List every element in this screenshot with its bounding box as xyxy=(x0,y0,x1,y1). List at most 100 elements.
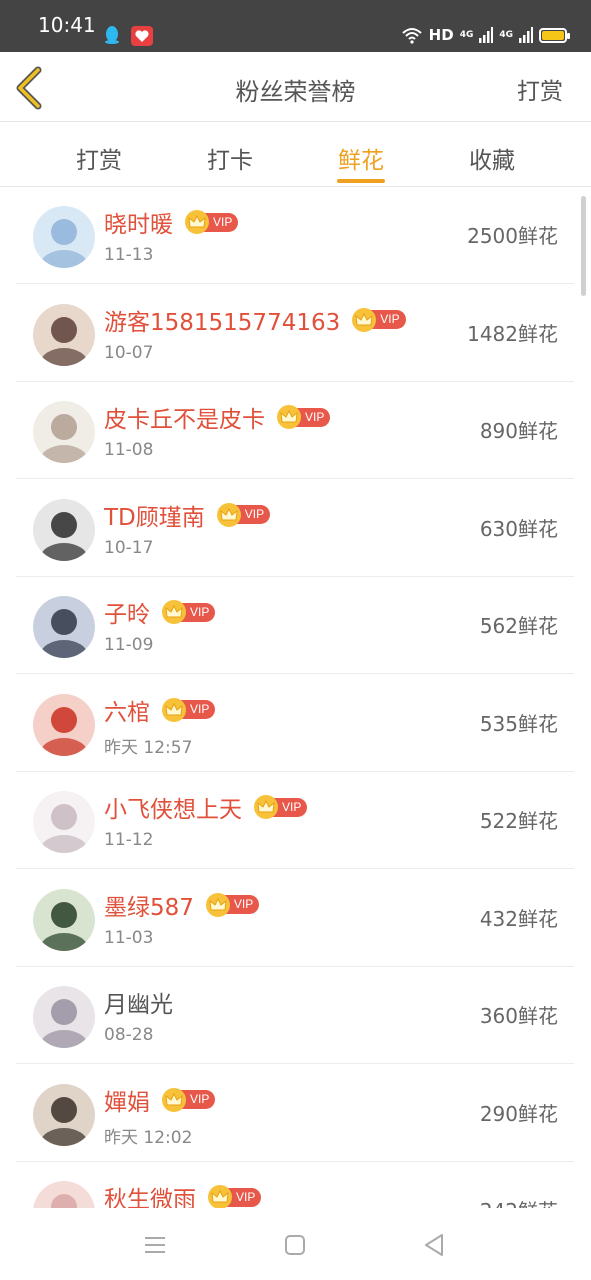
list-item[interactable]: 游客1581515774163 VIP 10-07 1482鲜花 xyxy=(16,285,574,382)
username-line: 晓时暖 VIP xyxy=(104,205,239,239)
tab-flowers[interactable]: 鲜花 xyxy=(316,141,406,175)
avatar[interactable] xyxy=(33,498,95,561)
username-line: TD顾瑾南 VIP xyxy=(104,498,271,532)
username-line: 小飞侠想上天 VIP xyxy=(104,790,308,824)
battery-icon xyxy=(539,27,570,43)
username[interactable]: 皮卡丘不是皮卡 xyxy=(104,400,265,434)
avatar-image xyxy=(33,1181,95,1208)
flower-amount: 432鲜花 xyxy=(479,906,558,931)
avatar-image xyxy=(33,888,95,951)
crown-icon xyxy=(254,795,278,819)
avatar[interactable] xyxy=(33,1181,95,1208)
avatar[interactable] xyxy=(33,206,95,268)
username[interactable]: 嬋娟 xyxy=(104,1083,150,1117)
avatar-image xyxy=(33,791,95,853)
home-button[interactable] xyxy=(280,1230,310,1260)
vip-badge: VIP xyxy=(208,1185,262,1208)
username-line: 月幽光 xyxy=(104,985,173,1019)
avatar[interactable] xyxy=(33,303,95,366)
vip-badge: VIP xyxy=(352,307,406,332)
signal-bars-icon xyxy=(519,27,533,43)
flower-amount: 562鲜花 xyxy=(479,614,558,638)
flower-amount: 2500鲜花 xyxy=(467,224,558,248)
list-item[interactable]: 皮卡丘不是皮卡 VIP 11-08 890鲜花 xyxy=(16,382,574,479)
flower-amount: 290鲜花 xyxy=(479,1101,558,1126)
scrollbar[interactable] xyxy=(581,196,586,296)
list-item[interactable]: TD顾瑾南 VIP 10-17 630鲜花 xyxy=(16,480,574,577)
crown-icon xyxy=(185,210,209,234)
flower-amount: 1482鲜花 xyxy=(467,321,558,346)
reward-button[interactable]: 打赏 xyxy=(517,72,563,106)
avatar-image xyxy=(33,401,95,463)
username[interactable]: 子昤 xyxy=(104,595,150,629)
flower-amount: 535鲜花 xyxy=(479,711,558,736)
vip-badge: VIP xyxy=(277,405,331,429)
vip-badge: VIP xyxy=(185,210,239,234)
username[interactable]: 晓时暖 xyxy=(104,205,173,239)
menu-button[interactable] xyxy=(140,1230,170,1260)
crown-icon xyxy=(277,405,301,429)
flower-amount: 630鲜花 xyxy=(479,516,558,541)
username-line: 皮卡丘不是皮卡 VIP xyxy=(104,400,331,434)
date-label: 11-03 xyxy=(104,927,154,948)
header: 粉丝荣誉榜 打赏 xyxy=(0,52,591,122)
list-item[interactable]: 墨绿587 VIP 11-03 432鲜花 xyxy=(16,870,574,967)
back-button[interactable] xyxy=(12,66,52,110)
username[interactable]: TD顾瑾南 xyxy=(104,498,205,532)
date-label: 11-09 xyxy=(104,635,154,655)
vip-badge: VIP xyxy=(162,697,216,722)
flower-amount: 242鲜花 xyxy=(480,1195,558,1208)
nav-back-button[interactable] xyxy=(420,1230,450,1260)
username-line: 嬋娟 VIP xyxy=(104,1083,216,1117)
username[interactable]: 游客1581515774163 xyxy=(104,303,340,337)
home-square-icon xyxy=(285,1235,305,1255)
username[interactable]: 墨绿587 xyxy=(104,888,194,922)
list-item[interactable]: 秋生微雨 VIP 242鲜花 xyxy=(16,1162,574,1208)
crown-icon xyxy=(162,600,186,624)
date-label: 昨天 12:02 xyxy=(104,1127,193,1148)
list-item[interactable]: 六棺 VIP 昨天 12:57 535鲜花 xyxy=(16,675,574,772)
date-label: 10-17 xyxy=(104,537,154,558)
username[interactable]: 六棺 xyxy=(104,693,150,727)
avatar[interactable] xyxy=(33,596,95,658)
tab-checkin[interactable]: 打卡 xyxy=(185,141,275,175)
vip-badge: VIP xyxy=(162,1087,216,1112)
avatar[interactable] xyxy=(33,791,95,853)
flower-amount: 890鲜花 xyxy=(479,419,558,443)
list-item[interactable]: 子昤 VIP 11-09 562鲜花 xyxy=(16,577,574,674)
page-title: 粉丝荣誉榜 xyxy=(235,78,356,106)
vip-badge: VIP xyxy=(162,600,216,624)
avatar-image xyxy=(33,498,95,561)
username[interactable]: 月幽光 xyxy=(104,985,173,1019)
active-tab-indicator xyxy=(337,179,385,183)
avatar[interactable] xyxy=(33,1083,95,1146)
signal-label-1: 4G xyxy=(459,30,474,40)
username-line: 六棺 VIP xyxy=(104,693,216,727)
tab-reward[interactable]: 打赏 xyxy=(54,141,144,175)
date-label: 10-07 xyxy=(104,342,154,363)
back-triangle-icon xyxy=(425,1234,443,1256)
flower-amount: 522鲜花 xyxy=(479,809,558,833)
avatar[interactable] xyxy=(33,888,95,951)
system-nav-bar xyxy=(0,1208,591,1280)
avatar[interactable] xyxy=(33,986,95,1048)
list-item[interactable]: 晓时暖 VIP 11-13 2500鲜花 xyxy=(16,188,574,284)
qq-penguin-icon xyxy=(105,26,119,44)
list-item[interactable]: 嬋娟 VIP 昨天 12:02 290鲜花 xyxy=(16,1065,574,1162)
avatar[interactable] xyxy=(33,693,95,756)
chevron-left-icon xyxy=(16,66,42,110)
date-label: 昨天 12:57 xyxy=(104,737,193,758)
avatar-image xyxy=(33,303,95,366)
tab-bar: 打赏 打卡 鲜花 收藏 xyxy=(0,123,591,187)
list-item[interactable]: 小飞侠想上天 VIP 11-12 522鲜花 xyxy=(16,772,574,869)
username[interactable]: 小飞侠想上天 xyxy=(104,790,242,824)
avatar[interactable] xyxy=(33,401,95,463)
list-item[interactable]: 月幽光 08-28 360鲜花 xyxy=(16,967,574,1064)
crown-icon xyxy=(162,1087,186,1112)
status-indicators: HD 4G 4G xyxy=(401,24,570,46)
username[interactable]: 秋生微雨 xyxy=(104,1180,196,1208)
status-time: 10:41 xyxy=(38,13,96,37)
tab-favorites[interactable]: 收藏 xyxy=(447,141,537,175)
fan-ranking-list: 晓时暖 VIP 11-13 2500鲜花 游客1581515774163 VIP… xyxy=(0,188,591,1208)
vip-badge: VIP xyxy=(216,502,271,527)
